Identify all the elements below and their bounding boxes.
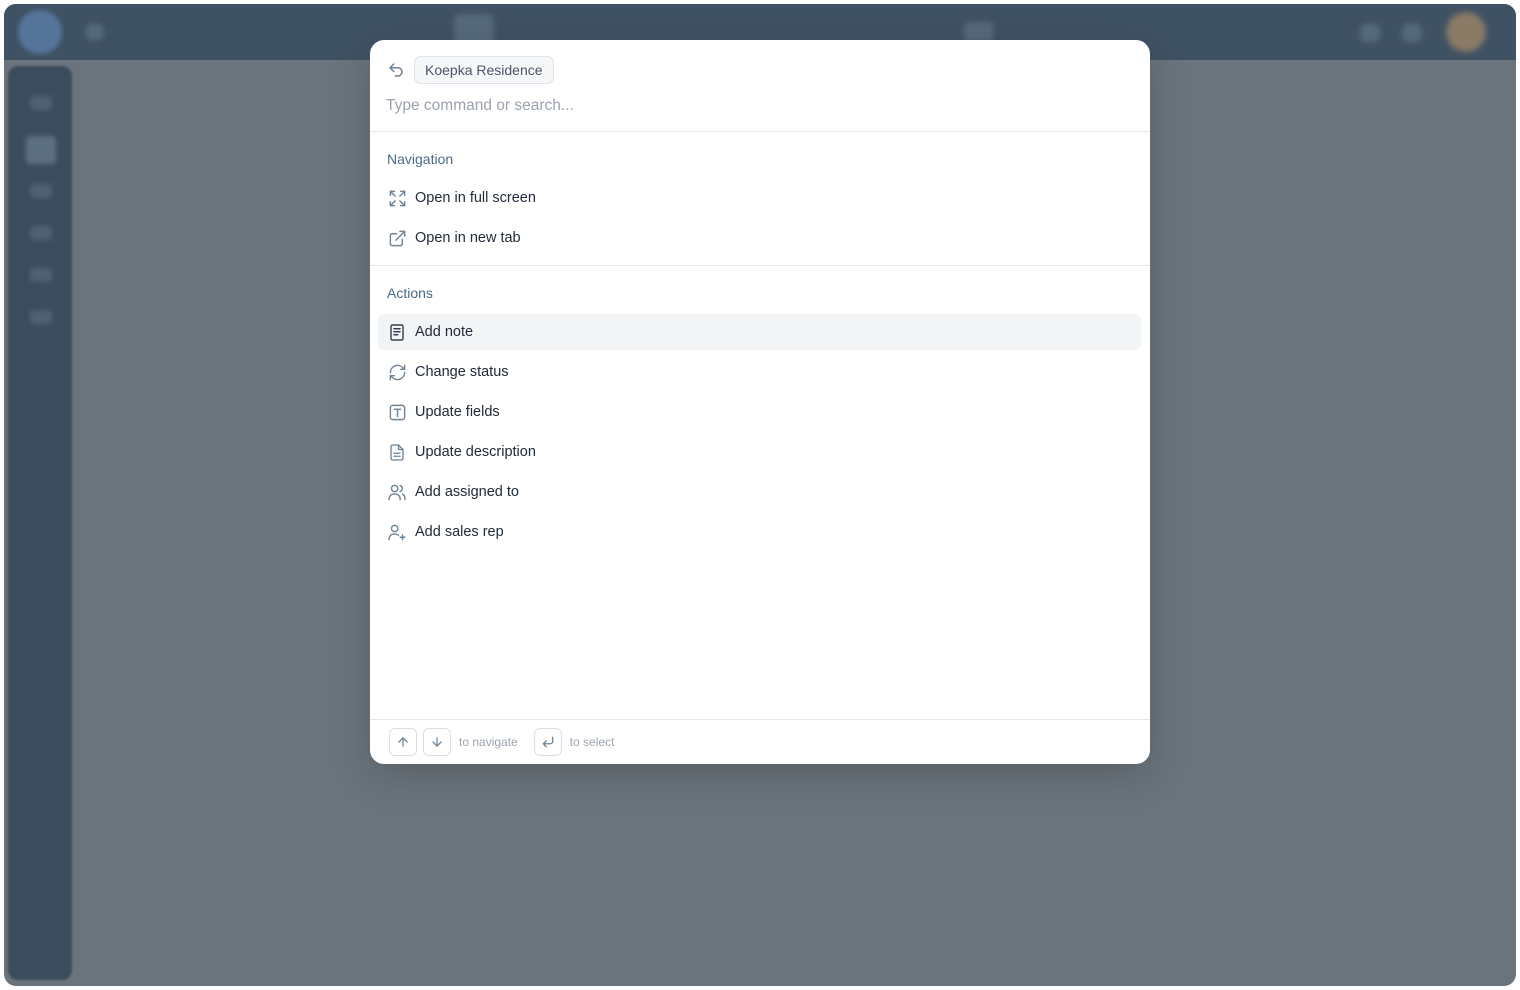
command-add-note[interactable]: Add note [378,314,1141,350]
command-palette-footer: to navigate to select [370,719,1150,764]
arrow-down-icon [432,737,442,747]
sidebar-item [30,268,52,282]
command-update-description[interactable]: Update description [378,434,1141,470]
actions-section: Actions Add note Change status Update fi… [370,266,1150,666]
menu-icon [86,24,104,40]
bell-icon [1360,24,1380,42]
enter-icon [542,736,554,748]
app-logo [18,10,62,54]
command-update-fields[interactable]: Update fields [378,394,1141,430]
sidebar-item [30,226,52,240]
arrow-up-icon [398,737,408,747]
sidebar-item [30,184,52,198]
back-button[interactable] [386,60,406,80]
expand-icon [387,188,407,208]
command-label: Open in full screen [415,190,536,206]
command-open-full-screen[interactable]: Open in full screen [378,180,1141,216]
select-hint: to select [569,735,615,749]
help-icon [1402,24,1422,42]
note-icon [387,322,407,342]
sidebar-item [30,310,52,324]
navigation-section: Navigation Open in full screen Open in n… [370,132,1150,266]
section-title-actions: Actions [387,285,433,301]
key-up [389,728,417,756]
user-plus-icon [387,522,407,542]
command-label: Change status [415,364,509,380]
command-open-new-tab[interactable]: Open in new tab [378,220,1141,256]
command-label: Open in new tab [415,230,521,246]
text-field-icon [387,402,407,422]
header-placeholder [964,22,994,42]
section-title-navigation: Navigation [387,151,454,167]
key-enter [533,728,562,756]
command-label: Add assigned to [415,484,519,500]
command-label: Update description [415,444,536,460]
command-label: Add note [415,324,474,340]
external-link-icon [387,228,407,248]
key-down [423,728,451,756]
sidebar-item [30,96,52,110]
sidebar [8,66,72,980]
command-add-sales-rep[interactable]: Add sales rep [378,514,1141,550]
sidebar-item [26,136,56,164]
command-palette-header: Koepka Residence [370,40,1150,132]
document-icon [387,442,407,462]
refresh-icon [387,362,407,382]
command-palette: Koepka Residence Navigation Open in full… [370,40,1150,764]
users-icon [387,482,407,502]
navigate-hint: to navigate [459,735,518,749]
command-label: Add sales rep [415,524,504,540]
command-search-input[interactable] [386,94,1126,118]
context-chip[interactable]: Koepka Residence [414,56,554,84]
command-add-assigned-to[interactable]: Add assigned to [378,474,1141,510]
avatar [1446,12,1486,52]
command-label: Update fields [415,404,500,420]
command-change-status[interactable]: Change status [378,354,1141,390]
undo-arrow-icon [389,63,403,77]
